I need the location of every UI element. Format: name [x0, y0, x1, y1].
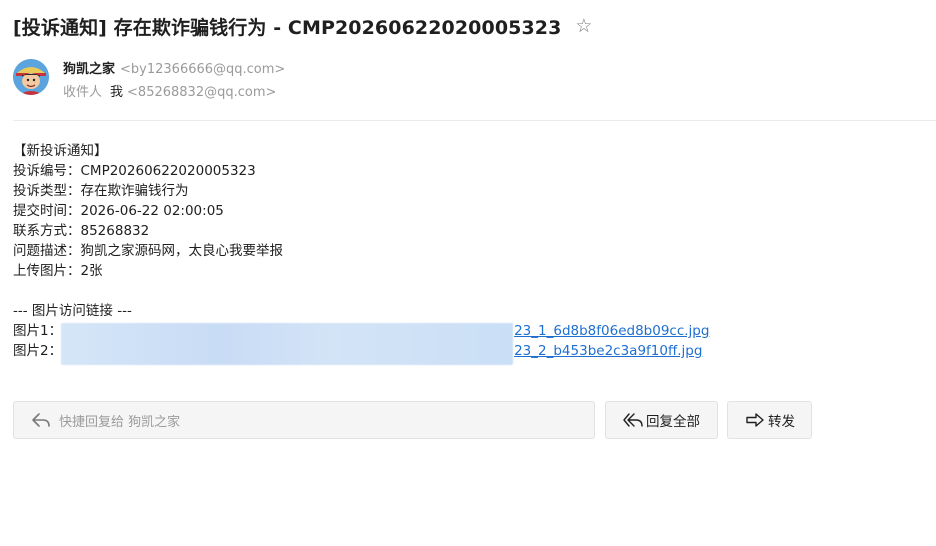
reply-icon — [32, 413, 50, 427]
forward-button[interactable]: 转发 — [727, 401, 812, 439]
body-line: 联系方式：85268832 — [13, 223, 150, 239]
links-header: --- 图片访问链接 --- — [13, 303, 132, 319]
email-subject: [投诉通知] 存在欺诈骗钱行为 - CMP20260622020005323 — [13, 17, 562, 39]
sender-line: 狗凯之家 <by12366666@qq.com> — [63, 58, 285, 77]
sender-email: <by12366666@qq.com> — [120, 62, 286, 77]
image-link-1[interactable]: 23_1_6d8b8f06ed8b09cc.jpg — [514, 321, 709, 341]
body-line: 【新投诉通知】 — [13, 143, 108, 159]
forward-label: 转发 — [768, 414, 795, 430]
recipient-label: 收件人 — [63, 85, 103, 100]
star-icon[interactable]: ☆ — [575, 17, 592, 36]
forward-arrow-icon — [746, 413, 764, 427]
body-line: 上传图片：2张 — [13, 263, 103, 279]
body-line: 问题描述：狗凯之家源码网，太良心我要举报 — [13, 243, 283, 259]
reply-all-label: 回复全部 — [646, 414, 700, 430]
image-link-label: 图片1： — [13, 323, 63, 339]
recipient-line: 收件人我 <85268832@qq.com> — [63, 81, 276, 100]
image-link-2[interactable]: 23_2_b453be2c3a9f10ff.jpg — [514, 341, 702, 361]
image-link-label: 图片2： — [13, 343, 63, 359]
sender-name[interactable]: 狗凯之家 — [63, 62, 115, 77]
quick-reply-placeholder: 快捷回复给 狗凯之家 — [59, 414, 181, 430]
redacted-region — [61, 323, 513, 365]
body-line: 提交时间：2026-06-22 02:00:05 — [13, 203, 224, 219]
quick-reply-input[interactable]: 快捷回复给 狗凯之家 — [13, 401, 595, 439]
body-line: 投诉编号：CMP20260622020005323 — [13, 163, 256, 179]
reply-all-icon — [623, 413, 643, 427]
avatar[interactable] — [13, 59, 49, 95]
avatar-image — [13, 59, 49, 95]
body-line: 投诉类型：存在欺诈骗钱行为 — [13, 183, 189, 199]
recipient-name[interactable]: 我 — [110, 85, 123, 100]
reply-all-button[interactable]: 回复全部 — [605, 401, 718, 439]
subject-row: [投诉通知] 存在欺诈骗钱行为 - CMP20260622020005323 ☆ — [13, 13, 592, 40]
recipient-email: <85268832@qq.com> — [127, 85, 277, 100]
header-divider — [13, 120, 936, 121]
